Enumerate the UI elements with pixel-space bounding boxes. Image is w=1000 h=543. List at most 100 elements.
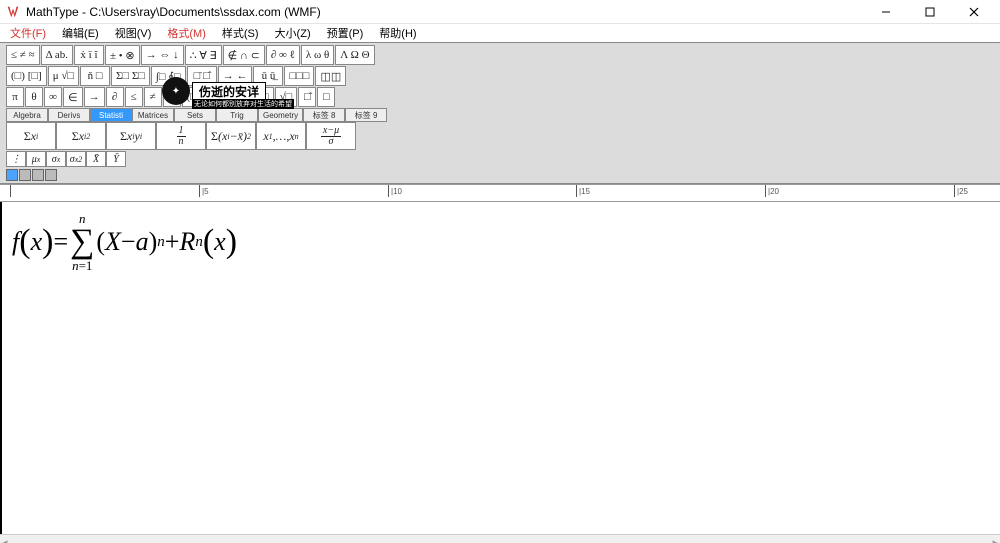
menu-bar: 文件(F) 编辑(E) 视图(V) 格式(M) 样式(S) 大小(Z) 预置(P… — [0, 24, 1000, 42]
horizontal-scrollbar[interactable]: ◂ ▸ — [0, 534, 1000, 543]
tab-trig[interactable]: Trig — [216, 108, 258, 122]
sm-bracket[interactable]: [□] — [207, 87, 231, 107]
title-bar: MathType - C:\Users\ray\Documents\ssdax.… — [0, 0, 1000, 24]
menu-edit[interactable]: 编辑(E) — [54, 24, 107, 42]
eq-sum-lower: n=1 — [72, 259, 92, 272]
ruler-tick-20: |20 — [768, 187, 779, 196]
pal-sum-xiyi[interactable]: Σxiyi — [106, 122, 156, 150]
bar-handle-4[interactable] — [45, 169, 57, 181]
pal-x1-xn[interactable]: x1,…,xn — [256, 122, 306, 150]
mini-mux[interactable]: μx — [26, 151, 46, 167]
tab-statistics[interactable]: Statisti — [90, 108, 132, 122]
tab-geometry[interactable]: Geometry — [258, 108, 303, 122]
tpl-arrows[interactable]: → ← — [218, 66, 253, 86]
ruler[interactable]: |5 |10 |15 |20 |25 — [0, 184, 1000, 202]
eq-minus: − — [121, 227, 136, 257]
sm-partial[interactable]: ∂ — [106, 87, 124, 107]
pal-1-over-n[interactable]: 1n — [156, 122, 206, 150]
mini-handle[interactable]: ⋮ — [6, 151, 26, 167]
tpl-integral[interactable]: ∫□ ∮□ — [151, 66, 186, 86]
equation[interactable]: f ( x ) = n ∑ n=1 ( X − a ) n + R n ( x … — [12, 212, 237, 272]
eq-lparen3: ( — [203, 223, 214, 261]
mini-ybar[interactable]: Ȳ — [106, 151, 126, 167]
sm-in[interactable]: ∈ — [63, 87, 83, 107]
eq-f: f — [12, 227, 19, 257]
tab-sets[interactable]: Sets — [174, 108, 216, 122]
bar-handle-1[interactable] — [6, 169, 18, 181]
eq-X: X — [105, 227, 121, 257]
sm-le[interactable]: ≤ — [125, 87, 143, 107]
tpl-boxes[interactable]: ◫◫ — [315, 66, 346, 86]
pal-sum-var[interactable]: Σ(xi−x̄)2 — [206, 122, 256, 150]
template-row: (□) [□] μ √□ ň □ Σ□ Σ□ ∫□ ∮□ □̄ □̂ → ← ū… — [6, 66, 998, 86]
eq-x2: x — [214, 227, 226, 257]
sym-misc[interactable]: ∂ ∞ ℓ — [266, 45, 300, 65]
eq-R: R — [179, 227, 195, 257]
sym-relations[interactable]: ≤ ≠ ≈ — [6, 45, 40, 65]
tpl-overbar[interactable]: □̄ □̂ — [187, 66, 217, 86]
toolbar-area: ≤ ≠ ≈ Δ ab. ẋ ï ĩ ± • ⊗ → ⇔ ↓ ∴ ∀ ∃ ∉ ∩ … — [0, 42, 1000, 184]
tpl-fracrad[interactable]: μ √□ — [48, 66, 79, 86]
tab-8[interactable]: 标签 8 — [303, 108, 345, 122]
minimize-button[interactable] — [864, 1, 908, 23]
sm-hat[interactable]: □̂ — [298, 87, 316, 107]
sym-logic[interactable]: ∴ ∀ ∃ — [185, 45, 222, 65]
sm-arrow[interactable]: → — [84, 87, 105, 107]
tpl-fences[interactable]: (□) [□] — [6, 66, 47, 86]
bar-handle-3[interactable] — [32, 169, 44, 181]
menu-format[interactable]: 格式(M) — [159, 24, 214, 42]
small-symbol-row: π θ ∞ ∈ → ∂ ≤ ≠ ± (□) [□] □̄ Σ□ √□ □̂ □ — [6, 87, 998, 107]
menu-size[interactable]: 大小(Z) — [267, 24, 319, 42]
sm-pi[interactable]: π — [6, 87, 24, 107]
small-palette: ⋮ μx σx σx2 X̄ Ȳ — [6, 151, 998, 167]
sm-ne[interactable]: ≠ — [144, 87, 162, 107]
sym-greek-up[interactable]: Λ Ω Θ — [335, 45, 374, 65]
menu-file[interactable]: 文件(F) — [2, 24, 54, 42]
menu-prefs[interactable]: 预置(P) — [319, 24, 372, 42]
maximize-button[interactable] — [908, 1, 952, 23]
tpl-matrix[interactable]: □□□ — [284, 66, 314, 86]
pal-zscore[interactable]: x−μσ — [306, 122, 356, 150]
sm-inf[interactable]: ∞ — [44, 87, 62, 107]
editing-canvas[interactable]: f ( x ) = n ∑ n=1 ( X − a ) n + R n ( x … — [0, 202, 1000, 534]
sym-settheory[interactable]: ∉ ∩ ⊂ — [223, 45, 265, 65]
close-button[interactable] — [952, 1, 996, 23]
sm-box[interactable]: □ — [317, 87, 335, 107]
tab-matrices[interactable]: Matrices — [132, 108, 174, 122]
sm-theta[interactable]: θ — [25, 87, 43, 107]
bar-handles — [6, 169, 998, 181]
tab-9[interactable]: 标签 9 — [345, 108, 387, 122]
sym-greek-low[interactable]: λ ω θ — [301, 45, 334, 65]
sym-spaces[interactable]: Δ ab. — [41, 45, 73, 65]
large-palette: Σxi Σxi2 Σxiyi 1n Σ(xi−x̄)2 x1,…,xn x−μσ — [6, 122, 998, 150]
tpl-sum[interactable]: Σ□ Σ□ — [111, 66, 150, 86]
sym-embellish[interactable]: ẋ ï ĩ — [74, 45, 104, 65]
palette-tabs: Algebra Derivs Statisti Matrices Sets Tr… — [6, 108, 998, 122]
mini-sigx[interactable]: σx — [46, 151, 66, 167]
menu-help[interactable]: 帮助(H) — [371, 24, 424, 42]
tab-algebra[interactable]: Algebra — [6, 108, 48, 122]
menu-style[interactable]: 样式(S) — [214, 24, 267, 42]
eq-lparen1: ( — [19, 223, 30, 261]
mini-sigx2[interactable]: σx2 — [66, 151, 86, 167]
eq-plus: + — [165, 227, 180, 257]
sm-paren[interactable]: (□) — [182, 87, 206, 107]
eq-x1: x — [31, 227, 43, 257]
sm-bar[interactable]: □̄ — [232, 87, 250, 107]
bar-handle-2[interactable] — [19, 169, 31, 181]
sm-pm[interactable]: ± — [163, 87, 181, 107]
ruler-tick-5: |5 — [202, 187, 209, 196]
scroll-right-icon[interactable]: ▸ — [992, 536, 998, 543]
sym-operators[interactable]: ± • ⊗ — [105, 45, 140, 65]
mini-xbar[interactable]: X̄ — [86, 151, 106, 167]
tpl-subsup[interactable]: ň □ — [80, 66, 110, 86]
sm-sum[interactable]: Σ□ — [251, 87, 274, 107]
menu-view[interactable]: 视图(V) — [107, 24, 160, 42]
tpl-underover[interactable]: ū ū̲ — [253, 66, 283, 86]
scroll-left-icon[interactable]: ◂ — [2, 536, 8, 543]
tab-derivs[interactable]: Derivs — [48, 108, 90, 122]
pal-sum-xi2[interactable]: Σxi2 — [56, 122, 106, 150]
sm-sqrt[interactable]: √□ — [275, 87, 298, 107]
sym-arrows[interactable]: → ⇔ ↓ — [141, 45, 184, 65]
pal-sum-xi[interactable]: Σxi — [6, 122, 56, 150]
